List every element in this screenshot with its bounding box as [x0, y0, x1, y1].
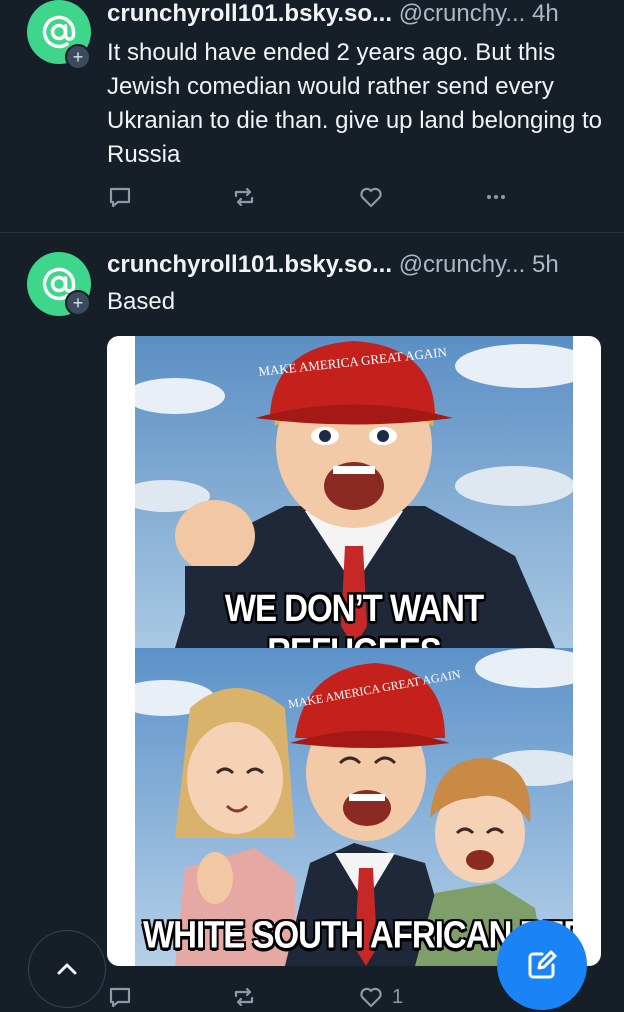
scroll-to-top-button[interactable] — [28, 930, 106, 1008]
repost-icon — [234, 987, 254, 1007]
post-header: crunchyroll101.bsky.so... @crunchy... 5h — [107, 250, 608, 280]
meme-panel-top: MAKE AMERICA GREAT AGAIN WE DON’T WANT R… — [135, 336, 573, 648]
reply-icon — [109, 187, 131, 208]
meme-panel-bottom: MAKE AMERICA GREAT AGAIN WHITE SOUTH AFR… — [135, 648, 573, 966]
post-item[interactable]: + crunchyroll101.bsky.so... @crunchy... … — [0, 232, 624, 1008]
like-button[interactable] — [358, 182, 384, 212]
like-button[interactable]: 1 — [358, 982, 403, 1012]
handle[interactable]: @crunchy... — [399, 251, 526, 278]
post-item[interactable]: + crunchyroll101.bsky.so... @crunchy... … — [0, 0, 624, 233]
timestamp[interactable]: 5h — [532, 251, 559, 278]
reply-button[interactable] — [107, 182, 133, 212]
reply-icon — [109, 987, 131, 1008]
like-count: 1 — [392, 985, 404, 1008]
follow-badge[interactable]: + — [65, 44, 91, 70]
post-actions — [107, 182, 607, 212]
post-header: crunchyroll101.bsky.so... @crunchy... 4h — [107, 0, 608, 29]
reply-button[interactable] — [107, 982, 133, 1012]
like-icon — [360, 187, 382, 208]
compose-button[interactable] — [497, 920, 587, 1010]
follow-badge[interactable]: + — [65, 290, 91, 316]
repost-button[interactable] — [231, 182, 257, 212]
post-image[interactable]: MAKE AMERICA GREAT AGAIN WE DON’T WANT R… — [107, 336, 601, 966]
post-text: It should have ended 2 years ago. But th… — [107, 39, 603, 168]
display-name[interactable]: crunchyroll101.bsky.so... — [107, 251, 392, 278]
more-button[interactable] — [483, 182, 509, 212]
compose-icon — [528, 950, 557, 979]
chevron-up-icon — [57, 963, 77, 975]
display-name[interactable]: crunchyroll101.bsky.so... — [107, 0, 392, 27]
meme-caption-top: WE DON’T WANT REFUGEES — [224, 586, 484, 648]
handle[interactable]: @crunchy... — [399, 0, 526, 27]
repost-icon — [234, 187, 254, 207]
like-icon — [360, 987, 382, 1008]
more-icon — [487, 195, 505, 199]
repost-button[interactable] — [231, 982, 257, 1012]
timestamp[interactable]: 4h — [532, 0, 559, 27]
post-text: Based — [107, 288, 176, 315]
